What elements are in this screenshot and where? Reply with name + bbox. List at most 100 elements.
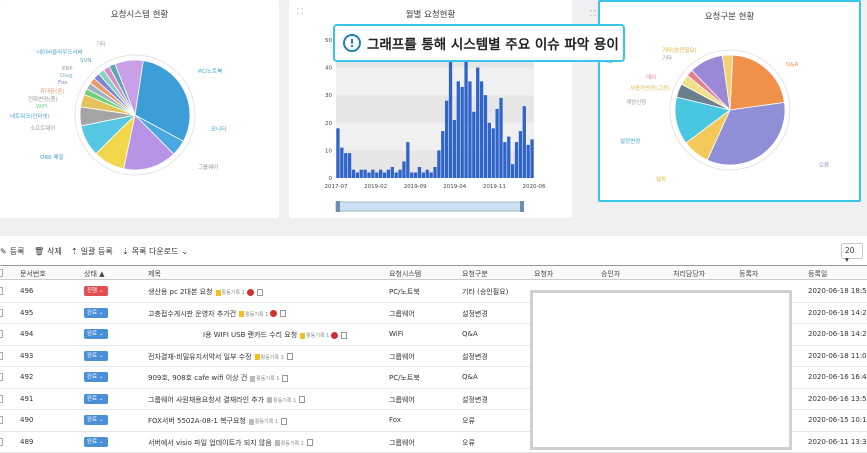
bar[interactable] <box>348 153 351 178</box>
download-button[interactable]: ⇣목록 다운로드 ⌄ <box>122 246 188 257</box>
activity-badge[interactable]: 활동기록 1 <box>239 311 268 318</box>
select-all-checkbox[interactable] <box>0 269 3 277</box>
add-button[interactable]: ✎등록 <box>0 246 24 257</box>
bar[interactable] <box>476 68 479 178</box>
bar[interactable] <box>363 170 366 178</box>
bar[interactable] <box>492 128 495 178</box>
activity-badge[interactable]: 활동기록 1 <box>275 440 304 447</box>
document-icon[interactable] <box>299 396 305 403</box>
bar[interactable] <box>523 106 526 178</box>
row-title[interactable]: I용 WIFI USB 랜카드 수리 요청활동기록 1 <box>203 330 347 340</box>
bar[interactable] <box>379 170 382 178</box>
bar[interactable] <box>410 172 413 178</box>
bar[interactable] <box>495 109 498 178</box>
bar[interactable] <box>429 172 432 178</box>
bar[interactable] <box>356 172 359 178</box>
row-checkbox[interactable] <box>0 309 3 317</box>
bar[interactable] <box>527 145 530 178</box>
range-handle[interactable] <box>336 201 340 212</box>
row-checkbox[interactable] <box>0 438 3 446</box>
bar[interactable] <box>499 98 502 178</box>
bar[interactable] <box>387 170 390 178</box>
bar[interactable] <box>398 170 401 178</box>
row-title[interactable]: 전자결재-비밀유지서약서 일부 수정활동기록 1 <box>148 352 293 362</box>
bar[interactable] <box>395 172 398 178</box>
bar[interactable] <box>445 101 448 178</box>
bar[interactable] <box>449 62 452 178</box>
activity-badge[interactable]: 활동기록 1 <box>267 397 296 404</box>
bar[interactable] <box>488 123 491 178</box>
row-title[interactable]: 909호, 908호 cafe wifi 이상 건활동기록 1 <box>148 373 288 383</box>
bulk-add-button[interactable]: ⇡일괄 등록 <box>71 246 113 257</box>
status-badge[interactable]: 완료 ⌄ <box>84 394 108 404</box>
activity-badge[interactable]: 활동기록 1 <box>255 354 284 361</box>
activity-badge[interactable]: 활동기록 1 <box>216 289 245 296</box>
bar[interactable] <box>484 95 487 178</box>
col-date[interactable]: 등록일 <box>808 269 827 279</box>
activity-badge[interactable]: 활동기록 1 <box>249 418 278 425</box>
status-badge[interactable]: 완료 ⌄ <box>84 415 108 425</box>
bar[interactable] <box>453 120 456 178</box>
document-icon[interactable] <box>287 353 293 360</box>
bar[interactable] <box>426 170 429 178</box>
row-title[interactable]: 그룹웨어 사원채용요청서 결재라인 추가활동기록 1 <box>148 395 305 405</box>
row-checkbox[interactable] <box>0 395 3 403</box>
col-type[interactable]: 요청구분 <box>462 269 488 279</box>
bar[interactable] <box>367 172 370 178</box>
bar[interactable] <box>406 142 409 178</box>
row-title[interactable]: FOX서버 5502A-08-1 복구요청활동기록 1 <box>148 416 287 426</box>
status-badge[interactable]: 완료 ⌄ <box>84 372 108 382</box>
bar[interactable] <box>418 167 421 178</box>
document-icon[interactable] <box>257 289 263 296</box>
bar[interactable] <box>371 170 374 178</box>
bar[interactable] <box>352 170 355 178</box>
activity-badge[interactable]: 활동기록 1 <box>250 375 279 382</box>
bar[interactable] <box>507 137 510 178</box>
bar[interactable] <box>383 172 386 178</box>
row-checkbox[interactable] <box>0 352 3 360</box>
status-badge[interactable]: 완료 ⌄ <box>84 351 108 361</box>
row-checkbox[interactable] <box>0 416 3 424</box>
row-title[interactable]: 생산용 pc 2대본 요청활동기록 1 <box>148 287 263 297</box>
row-checkbox[interactable] <box>0 373 3 381</box>
bar[interactable] <box>344 153 347 178</box>
status-badge[interactable]: 완료 ⌄ <box>84 437 108 447</box>
document-icon[interactable] <box>341 332 347 339</box>
status-badge[interactable]: 완료 ⌄ <box>84 329 108 339</box>
bar[interactable] <box>375 172 378 178</box>
col-handler[interactable]: 처리담당자 <box>673 269 705 279</box>
bar[interactable] <box>461 87 464 178</box>
bar[interactable] <box>391 167 394 178</box>
bar[interactable] <box>503 142 506 178</box>
bar[interactable] <box>414 172 417 178</box>
bar[interactable] <box>511 164 514 178</box>
col-title[interactable]: 제목 <box>148 269 161 279</box>
expand-icon[interactable]: ⛶ <box>590 9 596 19</box>
col-approver[interactable]: 승인자 <box>601 269 620 279</box>
col-num[interactable]: 문서번호 <box>20 269 46 279</box>
row-checkbox[interactable] <box>0 330 3 338</box>
bar[interactable] <box>336 128 339 178</box>
bar[interactable] <box>422 172 425 178</box>
col-requester[interactable]: 요청자 <box>534 269 553 279</box>
bar[interactable] <box>433 167 436 178</box>
document-icon[interactable] <box>307 439 313 446</box>
bar[interactable] <box>441 131 444 178</box>
bar[interactable] <box>464 48 467 178</box>
row-checkbox[interactable] <box>0 287 3 295</box>
col-registrant[interactable]: 등록자 <box>739 269 758 279</box>
document-icon[interactable] <box>282 375 288 382</box>
bar[interactable] <box>472 112 475 178</box>
bar[interactable] <box>480 81 483 178</box>
bar[interactable] <box>360 170 363 178</box>
type-slice[interactable] <box>730 55 784 110</box>
range-navigator[interactable] <box>336 202 523 211</box>
bar[interactable] <box>519 131 522 178</box>
col-system[interactable]: 요청시스템 <box>389 269 421 279</box>
document-icon[interactable] <box>280 310 286 317</box>
range-handle[interactable] <box>520 201 524 212</box>
bar[interactable] <box>530 139 533 178</box>
bar[interactable] <box>340 148 343 178</box>
status-badge[interactable]: 완료 ⌄ <box>84 308 108 318</box>
activity-badge[interactable]: 활동기록 1 <box>300 332 329 339</box>
